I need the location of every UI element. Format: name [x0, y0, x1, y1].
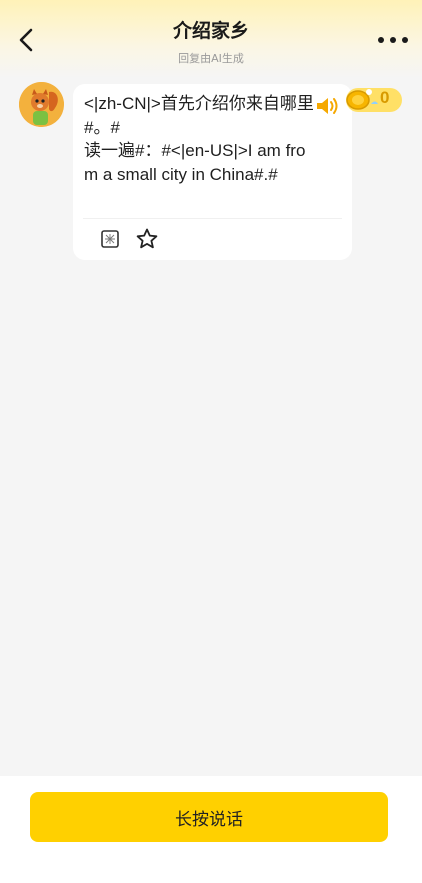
- page-subtitle: 回复由AI生成: [178, 52, 244, 65]
- bottom-bar: 长按说话: [0, 776, 422, 883]
- header: 介绍家乡 回复由AI生成: [0, 0, 422, 78]
- translate-button[interactable]: [99, 228, 121, 250]
- message-text[interactable]: <|zh-CN|>首先介绍你来自哪里#。# 读一遍#：#<|en-US|>I a…: [84, 92, 314, 186]
- squirrel-avatar-icon: [19, 82, 64, 127]
- message-bubble: <|zh-CN|>首先介绍你来自哪里#。# 读一遍#：#<|en-US|>I a…: [73, 84, 352, 260]
- play-audio-button[interactable]: [315, 95, 341, 117]
- speaker-icon: [317, 98, 338, 114]
- more-button[interactable]: [378, 30, 408, 50]
- avatar: [19, 82, 64, 127]
- coin-count: 0: [380, 88, 390, 107]
- star-outline-icon: [136, 228, 158, 249]
- more-dots-icon: [378, 37, 384, 43]
- favorite-button[interactable]: [134, 226, 160, 252]
- hold-to-talk-button[interactable]: 长按说话: [30, 792, 388, 842]
- page-title: 介绍家乡: [172, 20, 249, 42]
- coin-badge[interactable]: [345, 84, 403, 114]
- translate-icon: [101, 230, 119, 248]
- divider: [83, 218, 342, 219]
- coin-icon: [346, 88, 402, 112]
